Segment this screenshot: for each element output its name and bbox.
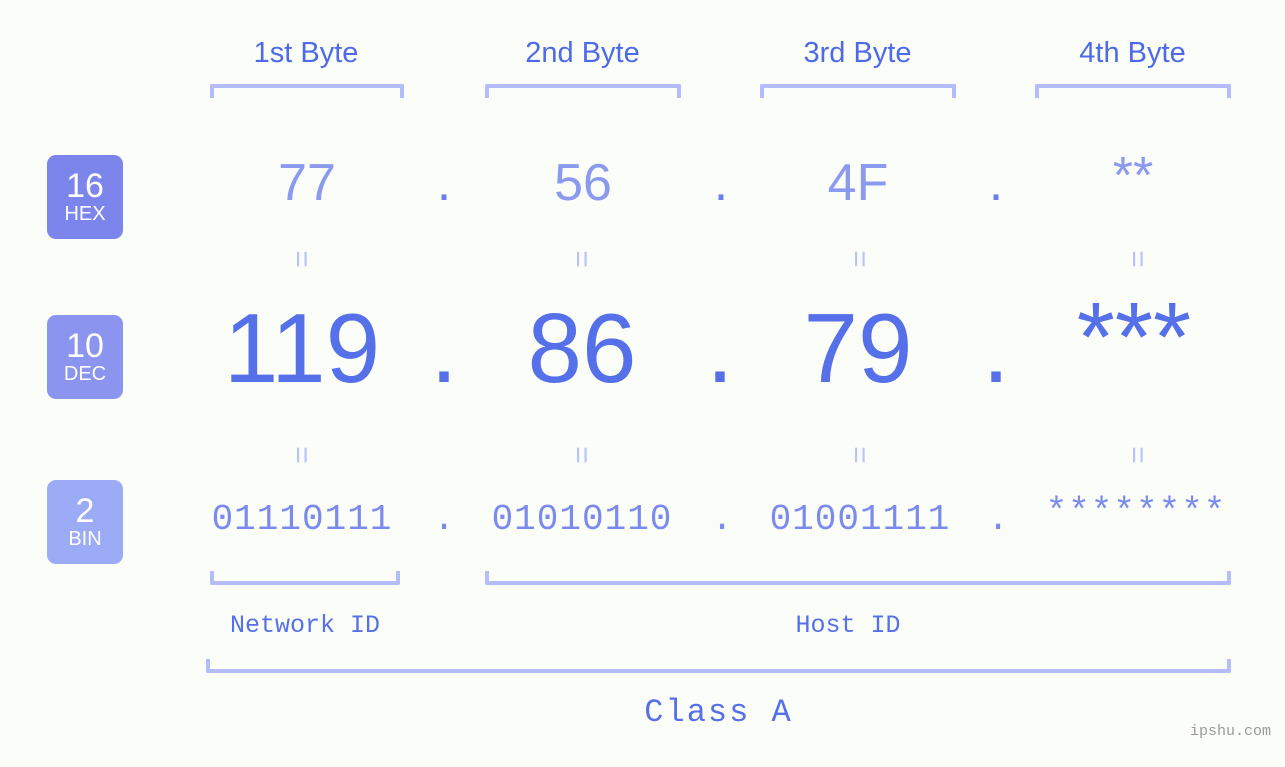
- equivalence-marker-dec-bin-2: =: [565, 446, 598, 464]
- byte-bracket-top-2: [485, 84, 681, 98]
- ip-address-breakdown-diagram: 1st Byte 2nd Byte 3rd Byte 4th Byte 16 H…: [0, 0, 1285, 767]
- base-badge-bin[interactable]: 2 BIN: [47, 480, 123, 564]
- base-badge-hex-number: 16: [66, 167, 104, 205]
- bin-separator-2: .: [711, 499, 733, 540]
- class-bracket: [206, 659, 1231, 673]
- bin-byte-3: 01001111: [769, 499, 951, 540]
- base-badge-bin-name: BIN: [68, 528, 102, 550]
- byte-bracket-top-4: [1035, 84, 1231, 98]
- byte-bracket-top-3: [760, 84, 956, 98]
- equivalence-marker-hex-dec-2: =: [565, 250, 598, 268]
- bin-byte-4: ********: [1045, 492, 1227, 533]
- host-id-label: Host ID: [795, 611, 901, 640]
- dec-byte-3: 79: [803, 293, 913, 403]
- byte-bracket-top-1: [210, 84, 404, 98]
- hex-byte-1: 77: [278, 154, 336, 212]
- base-badge-hex-name: HEX: [64, 203, 106, 225]
- dec-separator-3: .: [982, 293, 1010, 403]
- byte-header-2: 2nd Byte: [525, 37, 640, 69]
- host-id-bracket: [485, 571, 1231, 585]
- equivalence-marker-dec-bin-4: =: [1121, 446, 1154, 464]
- base-badge-bin-number: 2: [75, 492, 95, 530]
- hex-byte-3: 4F: [827, 154, 889, 212]
- hex-separator-1: .: [436, 154, 452, 212]
- equivalence-marker-dec-bin-1: =: [285, 446, 318, 464]
- base-badge-dec[interactable]: 10 DEC: [47, 315, 123, 399]
- equivalence-marker-hex-dec-3: =: [843, 250, 876, 268]
- network-id-label: Network ID: [229, 611, 381, 640]
- hex-byte-4: **: [1112, 147, 1154, 205]
- byte-header-3: 3rd Byte: [803, 37, 912, 69]
- byte-header-4: 4th Byte: [1079, 37, 1186, 69]
- dec-byte-2: 86: [527, 293, 637, 403]
- class-label: Class A: [644, 694, 793, 731]
- hex-byte-2: 56: [554, 154, 612, 212]
- bin-byte-1: 01110111: [211, 499, 393, 540]
- watermark: ipshu.com: [1189, 723, 1271, 740]
- dec-separator-1: .: [430, 293, 458, 403]
- byte-header-1: 1st Byte: [253, 37, 359, 69]
- dec-separator-2: .: [706, 293, 734, 403]
- bin-byte-2: 01010110: [491, 499, 673, 540]
- network-id-bracket: [210, 571, 400, 585]
- dec-byte-1: 119: [223, 293, 381, 403]
- hex-separator-2: .: [713, 154, 729, 212]
- bin-separator-3: .: [987, 499, 1009, 540]
- bin-separator-1: .: [433, 499, 455, 540]
- equivalence-marker-hex-dec-4: =: [1121, 250, 1154, 268]
- base-badge-dec-number: 10: [66, 327, 104, 365]
- hex-separator-3: .: [988, 154, 1004, 212]
- base-badge-hex[interactable]: 16 HEX: [47, 155, 123, 239]
- dec-byte-4: ***: [1076, 282, 1192, 392]
- equivalence-marker-hex-dec-1: =: [285, 250, 318, 268]
- equivalence-marker-dec-bin-3: =: [843, 446, 876, 464]
- base-badge-dec-name: DEC: [63, 363, 107, 385]
